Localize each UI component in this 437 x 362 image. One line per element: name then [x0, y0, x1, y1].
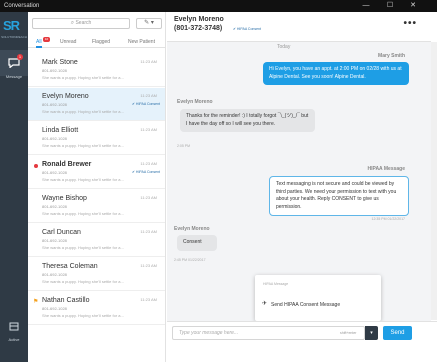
conversation-time: 11:23 AM [140, 161, 157, 166]
conversation-phone: 801-692-1028 [42, 306, 67, 311]
incoming-message: Thanks for the reminder! :) I totally fo… [180, 109, 315, 132]
chat-scrollbar[interactable] [431, 42, 437, 320]
conversation-name: Linda Elliott [42, 127, 79, 134]
message-time: 2:05 PM [177, 144, 191, 148]
popup-caption: HIPAA Message [263, 282, 289, 286]
conversation-item[interactable]: Linda Elliott 801-692-1028 She wants a pup… [28, 122, 165, 155]
message-sender: Evelyn Moreno [177, 99, 213, 105]
search-input[interactable]: ⌕ Search [32, 18, 130, 29]
conversation-item[interactable]: Ronald Brewer 801-692-1028 She wants a pup… [28, 156, 165, 189]
conversation-phone: 801-692-1028 [42, 102, 67, 107]
conversation-item[interactable]: Carl Duncan 801-692-1028 She wants a puppy… [28, 224, 165, 257]
unread-indicator [34, 164, 38, 168]
hipaa-consent-popup: HIPAA Message ✈ Send HIPAA Consent Messa… [255, 275, 381, 321]
conversation-name: Ronald Brewer [42, 161, 92, 168]
conversation-item[interactable]: Evelyn Moreno 801-692-1028 She wants a pup… [28, 88, 165, 121]
conversation-name: Carl Duncan [42, 229, 81, 236]
hipaa-consent-badge: ✔ HIPAA Consent [132, 102, 160, 106]
message-input[interactable]: Type your message here... [172, 326, 365, 340]
conversation-name: Theresa Coleman [42, 263, 98, 270]
rail-item-message[interactable]: 1 Message [0, 50, 28, 79]
conversation-phone: 801-692-1028 [42, 272, 67, 277]
conversation-preview: She wants a puppy. Hoping she'll settle … [42, 313, 124, 318]
conversation-time: 11:23 AM [140, 127, 157, 132]
flag-icon: ⚑ [33, 299, 39, 305]
conversation-name: Evelyn Moreno [42, 93, 89, 100]
window-title: Conversation [4, 3, 40, 9]
conversation-preview: She wants a puppy. Hoping she'll settle … [42, 143, 124, 148]
tab-unread[interactable]: Unread [60, 36, 76, 48]
logo-subtitle: SOLUTIONREACH [1, 35, 27, 39]
conversation-preview: She wants a puppy. Hoping she'll settle … [42, 279, 124, 284]
outgoing-message: Hi Evelyn, you have an appt. at 2:00 PM … [263, 62, 409, 85]
conversation-item[interactable]: ⚑ Nathan Castillo 801-692-1028 She wants a … [28, 292, 165, 325]
conversation-time: 11:23 AM [140, 93, 157, 98]
conversation-time: 11:23 AM [140, 297, 157, 302]
message-time: 2:45 PM 01/22/2017 [174, 258, 206, 262]
tab-all-badge: 10 [43, 37, 50, 42]
filter-tabs: All 10 Unread Flagged New Patient [28, 36, 165, 48]
more-options-button[interactable]: ••• [403, 18, 417, 29]
conversation-item[interactable]: Wayne Bishop 801-692-1028 She wants a pupp… [28, 190, 165, 223]
conversation-preview: She wants a puppy. Hoping she'll settle … [42, 177, 124, 182]
conversation-phone: 801-692-1028 [42, 68, 67, 73]
conversation-preview: She wants a puppy. Hoping she'll settle … [42, 211, 124, 216]
day-separator: Today [277, 44, 291, 50]
conversation-name: Wayne Bishop [42, 195, 87, 202]
app-rail: SR SOLUTIONREACH 1 Message Active [0, 12, 28, 362]
minimize-button[interactable]: — [358, 0, 374, 12]
search-placeholder: Search [75, 20, 92, 26]
send-button[interactable]: Send [383, 326, 412, 340]
shortcut-hint: shift+enter [340, 331, 357, 335]
new-message-button[interactable]: ✎ ▾ [136, 18, 162, 29]
tab-all-label: All [36, 39, 42, 45]
conversation-preview: She wants a puppy. Hoping she'll settle … [42, 245, 124, 250]
rail-item-active[interactable]: Active [0, 318, 28, 342]
conversation-phone: 801-692-1028 [42, 170, 67, 175]
conversation-name: Mark Stone [42, 59, 78, 66]
message-time: 12:35 PM 01/22/2017 [371, 217, 405, 221]
send-icon: ✈ [262, 301, 268, 307]
incoming-message: Consent [177, 235, 217, 251]
conversation-time: 11:23 AM [140, 195, 157, 200]
conversation-preview: She wants a puppy. Hoping she'll settle … [42, 109, 124, 114]
contact-phone: (801-372-3748) [174, 25, 223, 32]
contact-name: Evelyn Moreno [174, 16, 224, 23]
message-composer: Type your message here... shift+enter ▾ … [167, 321, 437, 362]
hipaa-consent-badge: ✔ HIPAA Consent [132, 170, 160, 174]
conversation-phone: 801-692-1028 [42, 136, 67, 141]
tab-new-patient[interactable]: New Patient [128, 36, 155, 48]
conversation-time: 11:23 AM [140, 263, 157, 268]
template-dropdown-button[interactable]: ▾ [365, 326, 378, 340]
message-sender: Mary Smith [378, 53, 405, 59]
send-hipaa-consent-button[interactable]: Send HIPAA Consent Message [271, 302, 340, 308]
rail-message-label: Message [5, 74, 23, 79]
inbox-icon [9, 322, 19, 331]
chat-header: Evelyn Moreno (801-372-3748) ✔ HIPAA Con… [167, 12, 431, 42]
maximize-button[interactable]: ☐ [382, 0, 398, 12]
tab-all[interactable]: All [36, 36, 42, 48]
conversation-phone: 801-692-1028 [42, 238, 67, 243]
rail-active-label: Active [8, 337, 20, 342]
conversation-preview: She wants a puppy. Hoping she'll settle … [42, 75, 124, 80]
close-button[interactable]: ✕ [405, 0, 421, 12]
conversation-name: Nathan Castillo [42, 297, 90, 304]
message-badge: 1 [17, 54, 23, 60]
tab-flagged[interactable]: Flagged [92, 36, 110, 48]
message-sender: HIPAA Message [367, 166, 405, 172]
hipaa-notice-message: Text messaging is not secure and could b… [269, 176, 409, 216]
contact-consent-badge: ✔ HIPAA Consent [233, 27, 261, 31]
conversation-time: 11:23 AM [140, 59, 157, 64]
conversation-phone: 801-692-1028 [42, 204, 67, 209]
search-icon: ⌕ [70, 20, 75, 26]
logo: SR [3, 18, 20, 33]
conversation-item[interactable]: Theresa Coleman 801-692-1028 She wants a p… [28, 258, 165, 291]
message-sender: Evelyn Moreno [174, 226, 210, 232]
conversation-time: 11:23 AM [140, 229, 157, 234]
conversation-list-pane: ⌕ Search ✎ ▾ All 10 Unread Flagged New P… [28, 12, 166, 362]
conversation-item[interactable]: Mark Stone 801-692-1028 She wants a puppy.… [28, 54, 165, 87]
